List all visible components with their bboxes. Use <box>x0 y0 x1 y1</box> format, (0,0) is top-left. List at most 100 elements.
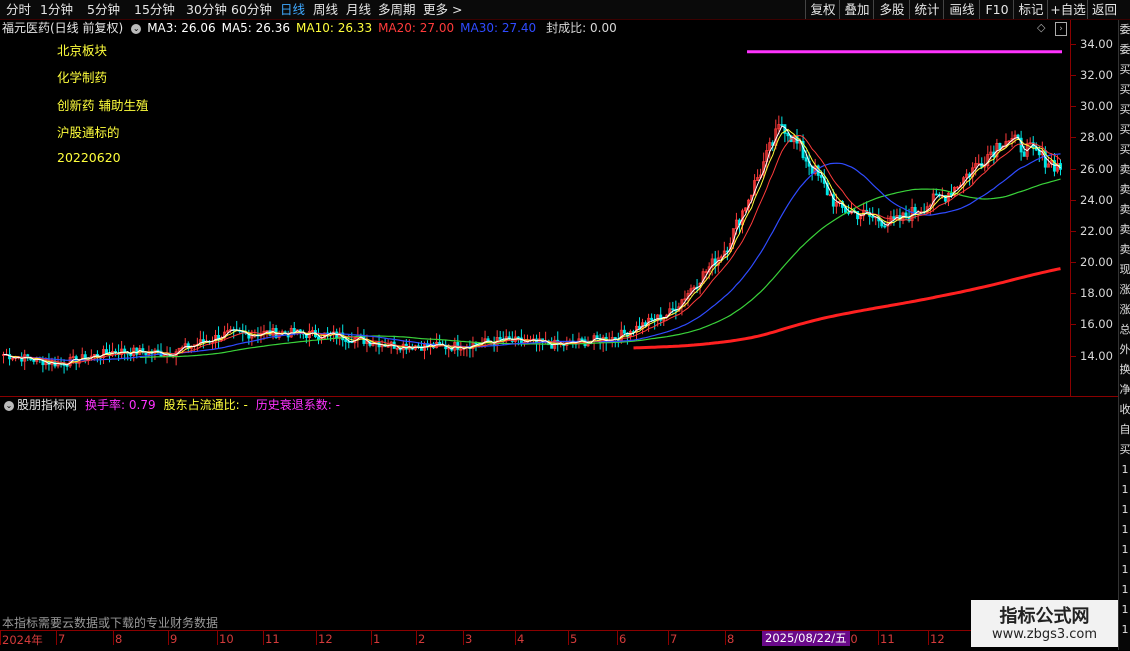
x-tick-label: 9 <box>170 632 178 646</box>
candlestick-chart[interactable] <box>0 37 1070 395</box>
x-tick-label: 8 <box>727 632 735 646</box>
candle-body <box>871 215 875 218</box>
candle-body <box>819 175 823 178</box>
add-watchlist-button[interactable]: +自选 <box>1047 0 1088 19</box>
period-tab-30min[interactable]: 30分钟 <box>186 1 227 18</box>
holder-ratio-label: 股东占流通比: - <box>163 398 248 412</box>
period-tab-15min[interactable]: 15分钟 <box>134 1 175 18</box>
x-tick-label: 1 <box>373 632 381 646</box>
quote-strip-char: 1 <box>1121 623 1129 636</box>
multi-stock-button[interactable]: 多股 <box>873 0 910 19</box>
x-separator <box>371 631 372 645</box>
collapse-icon[interactable]: › <box>1055 22 1067 36</box>
f10-button[interactable]: F10 <box>979 0 1014 19</box>
turnover-label: 换手率: 0.79 <box>85 398 156 412</box>
quote-strip-char: 委 <box>1119 23 1130 36</box>
x-separator <box>668 631 669 645</box>
quote-strip-char: 自 <box>1119 423 1130 436</box>
candle-body <box>828 194 832 197</box>
candle-body <box>135 347 139 355</box>
decline-coef-label: 历史衰退系数: - <box>255 398 340 412</box>
quote-strip-char: 买 <box>1119 103 1130 116</box>
x-separator <box>617 631 618 645</box>
quote-strip-char: 外 <box>1119 343 1130 356</box>
period-tab-fenshi[interactable]: 分时 <box>6 1 31 18</box>
overlay-button[interactable]: 叠加 <box>839 0 874 19</box>
fuquan-button[interactable]: 复权 <box>805 0 840 19</box>
quote-strip-char: 买 <box>1119 143 1130 156</box>
candle-body <box>317 336 320 340</box>
x-tick-label: 11 <box>265 632 280 646</box>
y-tick-mark <box>1070 324 1076 325</box>
back-button[interactable]: 返回 <box>1087 0 1121 19</box>
indicator-name[interactable]: 股朋指标网 <box>17 398 77 412</box>
period-tab-more[interactable]: 更多 > <box>423 1 462 18</box>
candle-body <box>1059 163 1062 170</box>
y-tick-label: 28.00 <box>1080 130 1113 144</box>
candle-body <box>671 308 675 311</box>
y-tick-mark <box>1070 293 1076 294</box>
period-tab-60min[interactable]: 60分钟 <box>231 1 272 18</box>
y-tick-mark <box>1070 44 1076 45</box>
quote-strip-char: 1 <box>1121 543 1129 556</box>
period-tab-weekly[interactable]: 周线 <box>313 1 338 18</box>
ma-settings-icon[interactable]: ⌄ <box>131 23 142 34</box>
ma5-line <box>3 128 1061 366</box>
right-quote-strip[interactable]: 委委买买买买买卖卖卖卖卖现涨涨总外换净收自买111111111 <box>1118 20 1130 650</box>
x-tick-label: 8 <box>115 632 123 646</box>
x-tick-label: 12 <box>318 632 333 646</box>
quote-strip-char: 卖 <box>1119 243 1130 256</box>
y-tick-label: 16.00 <box>1080 317 1113 331</box>
quote-strip-char: 1 <box>1121 503 1129 516</box>
x-tick-label: 3 <box>465 632 473 646</box>
indicator-settings-icon[interactable]: ⌄ <box>4 400 14 411</box>
x-separator <box>463 631 464 645</box>
x-tick-label: 5 <box>570 632 578 646</box>
diamond-icon[interactable]: ◇ <box>1037 21 1045 34</box>
quote-strip-char: 委 <box>1119 43 1130 56</box>
indicator-header: ⌄ 股朋指标网 换手率: 0.79 股东占流通比: - 历史衰退系数: - <box>0 397 340 414</box>
candle-body <box>362 336 366 344</box>
quote-strip-char: 净 <box>1119 383 1130 396</box>
period-toolbar: 分时 1分钟 5分钟 15分钟 30分钟 60分钟 日线 周线 月线 多周期 更… <box>0 0 1130 20</box>
chart-header: 福元医药(日线 前复权) ⌄ MA3: 26.06 MA5: 26.36 MA10: 2… <box>0 20 1070 37</box>
period-tab-1min[interactable]: 1分钟 <box>40 1 73 18</box>
candle-body <box>650 317 654 321</box>
y-tick-mark <box>1070 200 1076 201</box>
x-tick-label: 7 <box>58 632 66 646</box>
ma3-line <box>3 125 1061 366</box>
quote-strip-char: 卖 <box>1119 223 1130 236</box>
x-separator <box>878 631 879 645</box>
x-tick-label: 2 <box>418 632 426 646</box>
y-tick-label: 20.00 <box>1080 255 1113 269</box>
stock-title: 福元医药(日线 前复权) <box>2 21 124 35</box>
candle-body <box>516 336 520 339</box>
x-tick-label: 7 <box>670 632 678 646</box>
quote-strip-char: 卖 <box>1119 203 1130 216</box>
x-separator <box>568 631 569 645</box>
candle-body <box>474 342 478 345</box>
draw-line-button[interactable]: 画线 <box>943 0 980 19</box>
period-tab-multi[interactable]: 多周期 <box>378 1 416 18</box>
x-separator <box>416 631 417 645</box>
ma30-label: MA30: 27.40 <box>460 21 537 35</box>
x-separator <box>725 631 726 645</box>
candles-group <box>2 115 1062 374</box>
y-tick-mark <box>1070 262 1076 263</box>
statistics-button[interactable]: 统计 <box>909 0 944 19</box>
quote-strip-char: 1 <box>1121 523 1129 536</box>
y-tick-mark <box>1070 106 1076 107</box>
quote-strip-char: 1 <box>1121 603 1129 616</box>
watermark-title: 指标公式网 <box>999 606 1090 627</box>
mark-button[interactable]: 标记 <box>1013 0 1048 19</box>
quote-strip-char: 买 <box>1119 83 1130 96</box>
candle-body <box>622 329 626 334</box>
quote-strip-char: 1 <box>1121 463 1129 476</box>
period-tab-monthly[interactable]: 月线 <box>346 1 371 18</box>
ma5-label: MA5: 26.36 <box>221 21 291 35</box>
y-tick-label: 14.00 <box>1080 349 1113 363</box>
x-separator <box>168 631 169 645</box>
period-tab-5min[interactable]: 5分钟 <box>87 1 120 18</box>
period-tab-daily[interactable]: 日线 <box>280 1 305 18</box>
ma30-line <box>3 153 1061 361</box>
